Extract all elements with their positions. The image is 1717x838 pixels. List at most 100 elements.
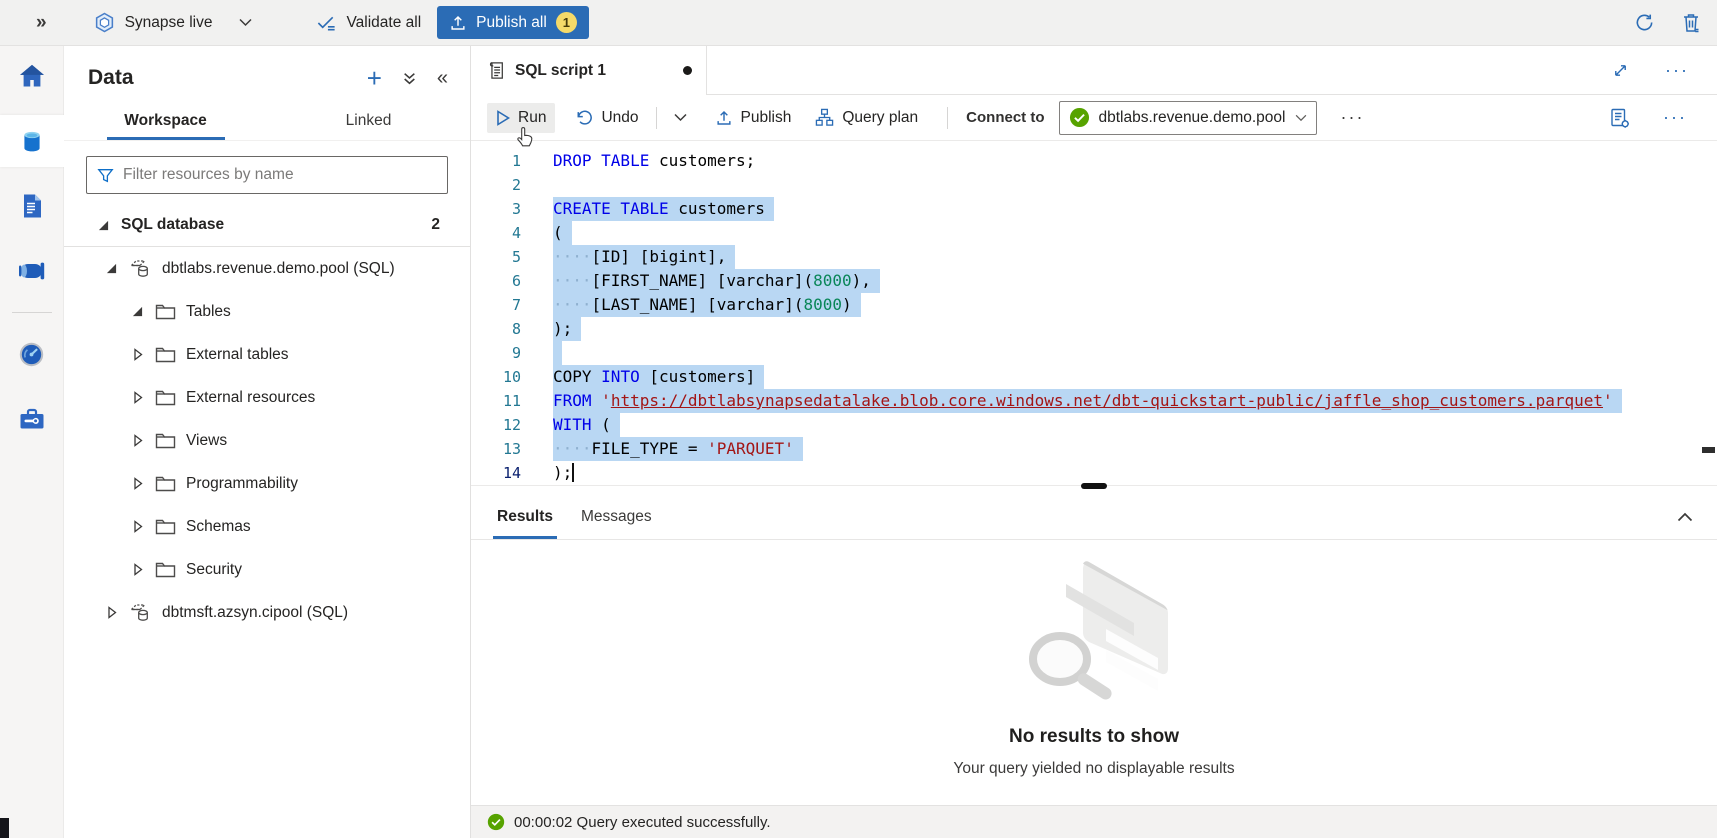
tree-item-dbtmsft-azsyn-cipool-sql[interactable]: dbtmsft.azsyn.cipool (SQL) xyxy=(64,591,470,634)
tree-item-schemas[interactable]: Schemas xyxy=(64,505,470,548)
editor-line-14[interactable]: 14); xyxy=(471,461,1717,485)
document-icon xyxy=(20,193,44,219)
publish-icon xyxy=(449,14,467,32)
chevron-collapsed-icon[interactable] xyxy=(130,563,145,576)
editor-line-10[interactable]: 10COPY INTO [customers] xyxy=(471,365,1717,389)
chevron-collapsed-icon[interactable] xyxy=(130,520,145,533)
chevron-collapsed-icon[interactable] xyxy=(130,391,145,404)
tab-messages[interactable]: Messages xyxy=(567,494,666,539)
pool-selector-value: dbtlabs.revenue.demo.pool xyxy=(1099,109,1286,127)
tree-item-programmability[interactable]: Programmability xyxy=(64,462,470,505)
folder-icon xyxy=(155,561,176,578)
tree-item-views[interactable]: Views xyxy=(64,419,470,462)
panel-splitter xyxy=(471,485,1717,494)
editor-line-13[interactable]: 13····FILE_TYPE = 'PARQUET' xyxy=(471,437,1717,461)
collapse-panel-icon[interactable]: « xyxy=(437,67,448,90)
rail-item-develop[interactable] xyxy=(0,180,64,232)
chevron-collapsed-icon[interactable] xyxy=(130,477,145,490)
tree-item-external-tables[interactable]: External tables xyxy=(64,333,470,376)
tree-item-label: Security xyxy=(186,561,242,579)
sql-script-icon xyxy=(487,60,505,81)
toolbar-divider xyxy=(947,107,948,129)
splitter-grip[interactable] xyxy=(1081,483,1107,489)
chevron-down-icon xyxy=(239,18,252,27)
tab-linked[interactable]: Linked xyxy=(267,104,470,140)
editor-line-5[interactable]: 5····[ID] [bigint], xyxy=(471,245,1717,269)
line-number: 2 xyxy=(471,173,521,197)
empty-results-state: No results to show Your query yielded no… xyxy=(471,540,1717,805)
pool-selector-dropdown[interactable]: dbtlabs.revenue.demo.pool xyxy=(1059,101,1317,135)
toolbox-icon xyxy=(18,407,46,431)
script-settings-icon[interactable] xyxy=(1609,107,1631,129)
tree-item-label: External resources xyxy=(186,389,315,407)
resource-tree: SQL database2 dbtlabs.revenue.demo.pool (… xyxy=(64,204,470,634)
synapse-live-selector[interactable]: Synapse live xyxy=(93,11,253,34)
synapse-logo-icon xyxy=(93,11,116,34)
editor-line-8[interactable]: 8); xyxy=(471,317,1717,341)
publish-button[interactable]: Publish xyxy=(706,103,801,133)
expand-sidebar-icon[interactable]: » xyxy=(36,12,47,34)
undo-dropdown-icon[interactable] xyxy=(665,107,696,128)
double-chevron-down-icon[interactable] xyxy=(402,71,417,86)
tab-workspace[interactable]: Workspace xyxy=(64,104,267,140)
editor-line-9[interactable]: 9 xyxy=(471,341,1717,365)
editor-line-11[interactable]: 11FROM 'https://dbtlabsynapsedatalake.bl… xyxy=(471,389,1717,413)
status-text: 00:00:02 Query executed successfully. xyxy=(514,814,771,831)
add-resource-icon[interactable]: + xyxy=(367,68,382,88)
run-button[interactable]: Run xyxy=(487,103,555,133)
tree-item-label: dbtmsft.azsyn.cipool (SQL) xyxy=(162,604,348,622)
editor-line-2[interactable]: 2 xyxy=(471,173,1717,197)
trash-icon[interactable] xyxy=(1681,12,1701,33)
code-editor[interactable]: 1DROP TABLE customers;23CREATE TABLE cus… xyxy=(471,141,1717,485)
undo-label: Undo xyxy=(601,109,638,127)
undo-button[interactable]: Undo xyxy=(565,103,647,133)
editor-line-3[interactable]: 3CREATE TABLE customers xyxy=(471,197,1717,221)
validate-all-button[interactable]: Validate all xyxy=(316,14,421,32)
editor-line-7[interactable]: 7····[LAST_NAME] [varchar](8000) xyxy=(471,293,1717,317)
refresh-icon[interactable] xyxy=(1634,12,1655,33)
connected-check-icon xyxy=(1069,107,1090,128)
chevron-collapsed-icon[interactable] xyxy=(130,348,145,361)
query-plan-label: Query plan xyxy=(842,109,918,127)
chevron-expanded-icon[interactable] xyxy=(96,220,111,231)
line-number: 9 xyxy=(471,341,521,365)
tree-item-dbtlabs-revenue-demo-pool-sql[interactable]: dbtlabs.revenue.demo.pool (SQL) xyxy=(64,247,470,290)
toolbar-divider xyxy=(656,107,657,129)
rail-item-integrate[interactable] xyxy=(0,245,64,297)
editor-line-4[interactable]: 4( xyxy=(471,221,1717,245)
folder-icon xyxy=(155,432,176,449)
chevron-expanded-icon[interactable] xyxy=(104,263,119,274)
query-plan-icon xyxy=(815,108,834,127)
chevron-collapsed-icon[interactable] xyxy=(130,434,145,447)
collapse-results-icon[interactable] xyxy=(1677,512,1693,522)
chevron-expanded-icon[interactable] xyxy=(130,306,145,317)
tree-item-external-resources[interactable]: External resources xyxy=(64,376,470,419)
line-number: 4 xyxy=(471,221,521,245)
tree-item-tables[interactable]: Tables xyxy=(64,290,470,333)
filter-input[interactable] xyxy=(123,166,437,184)
tree-item-sql-database[interactable]: SQL database2 xyxy=(64,204,470,247)
expand-editor-icon[interactable] xyxy=(1612,62,1629,79)
publish-all-button[interactable]: Publish all 1 xyxy=(437,6,589,39)
chevron-down-icon xyxy=(1295,114,1307,122)
tab-sql-script-1[interactable]: SQL script 1 xyxy=(471,46,707,95)
toolbar-more-icon[interactable]: ··· xyxy=(1331,107,1375,128)
rail-item-home[interactable] xyxy=(0,50,64,102)
editor-more-icon[interactable]: ··· xyxy=(1653,107,1697,128)
rail-item-manage[interactable] xyxy=(0,393,64,445)
rail-item-monitor[interactable] xyxy=(0,328,64,380)
query-status-bar: 00:00:02 Query executed successfully. xyxy=(471,805,1717,838)
query-plan-button[interactable]: Query plan xyxy=(806,102,927,133)
editor-line-12[interactable]: 12WITH ( xyxy=(471,413,1717,437)
editor-line-1[interactable]: 1DROP TABLE customers; xyxy=(471,149,1717,173)
editor-line-6[interactable]: 6····[FIRST_NAME] [varchar](8000), xyxy=(471,269,1717,293)
tree-item-security[interactable]: Security xyxy=(64,548,470,591)
tab-results[interactable]: Results xyxy=(483,494,567,539)
data-panel-title: Data xyxy=(88,66,134,90)
chevron-collapsed-icon[interactable] xyxy=(104,606,119,619)
rail-item-data[interactable] xyxy=(0,115,64,167)
run-label: Run xyxy=(518,109,546,127)
tree-item-label: dbtlabs.revenue.demo.pool (SQL) xyxy=(162,260,395,278)
tab-more-icon[interactable]: ··· xyxy=(1655,60,1699,81)
home-icon xyxy=(18,63,46,89)
